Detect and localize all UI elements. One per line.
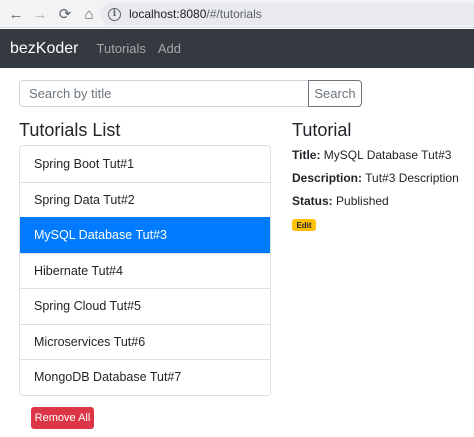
brand-link[interactable]: bezKoder [10,40,79,58]
list-item[interactable]: Spring Data Tut#2 [20,181,270,217]
site-info-icon[interactable]: i [108,7,121,21]
browser-toolbar: ← → ⟳ ⌂ i localhost:8080/#/tutorials [0,0,474,28]
url-path: /#/tutorials [206,7,262,21]
nav-link-tutorials[interactable]: Tutorials [97,41,146,56]
status-label: Status: [292,194,333,208]
description-label: Description: [292,171,363,185]
search-button[interactable]: Search [308,80,362,107]
nav-link-add[interactable]: Add [158,41,181,56]
reload-icon[interactable]: ⟳ [55,4,75,24]
description-value: Tut#3 Description [365,171,459,185]
status-value: Published [336,194,389,208]
title-label: Title: [292,148,321,162]
app-navbar: bezKoder Tutorials Add [0,29,474,68]
url-host: localhost:8080 [129,7,207,21]
edit-badge[interactable]: Edit [292,219,316,231]
list-item[interactable]: Hibernate Tut#4 [20,252,270,288]
home-icon[interactable]: ⌂ [79,4,99,24]
back-arrow-icon[interactable]: ← [6,4,26,24]
search-input[interactable] [19,80,309,107]
title-value: MySQL Database Tut#3 [323,148,452,162]
address-bar[interactable]: i localhost:8080/#/tutorials [100,3,474,25]
list-item[interactable]: Spring Boot Tut#1 [20,146,270,182]
detail-heading: Tutorial [292,120,352,140]
detail-status-row: Status: Published [292,194,389,208]
list-item[interactable]: Microservices Tut#6 [20,323,270,359]
list-item[interactable]: MongoDB Database Tut#7 [20,359,270,395]
tutorials-list: Spring Boot Tut#1 Spring Data Tut#2 MySQ… [19,145,271,396]
detail-title-row: Title: MySQL Database Tut#3 [292,148,451,162]
list-item-active[interactable]: MySQL Database Tut#3 [20,217,270,253]
list-title: Tutorials List [19,120,121,140]
forward-arrow-icon[interactable]: → [30,4,50,24]
remove-all-button[interactable]: Remove All [31,407,94,429]
list-item[interactable]: Spring Cloud Tut#5 [20,288,270,324]
detail-description-row: Description: Tut#3 Description [292,171,459,185]
